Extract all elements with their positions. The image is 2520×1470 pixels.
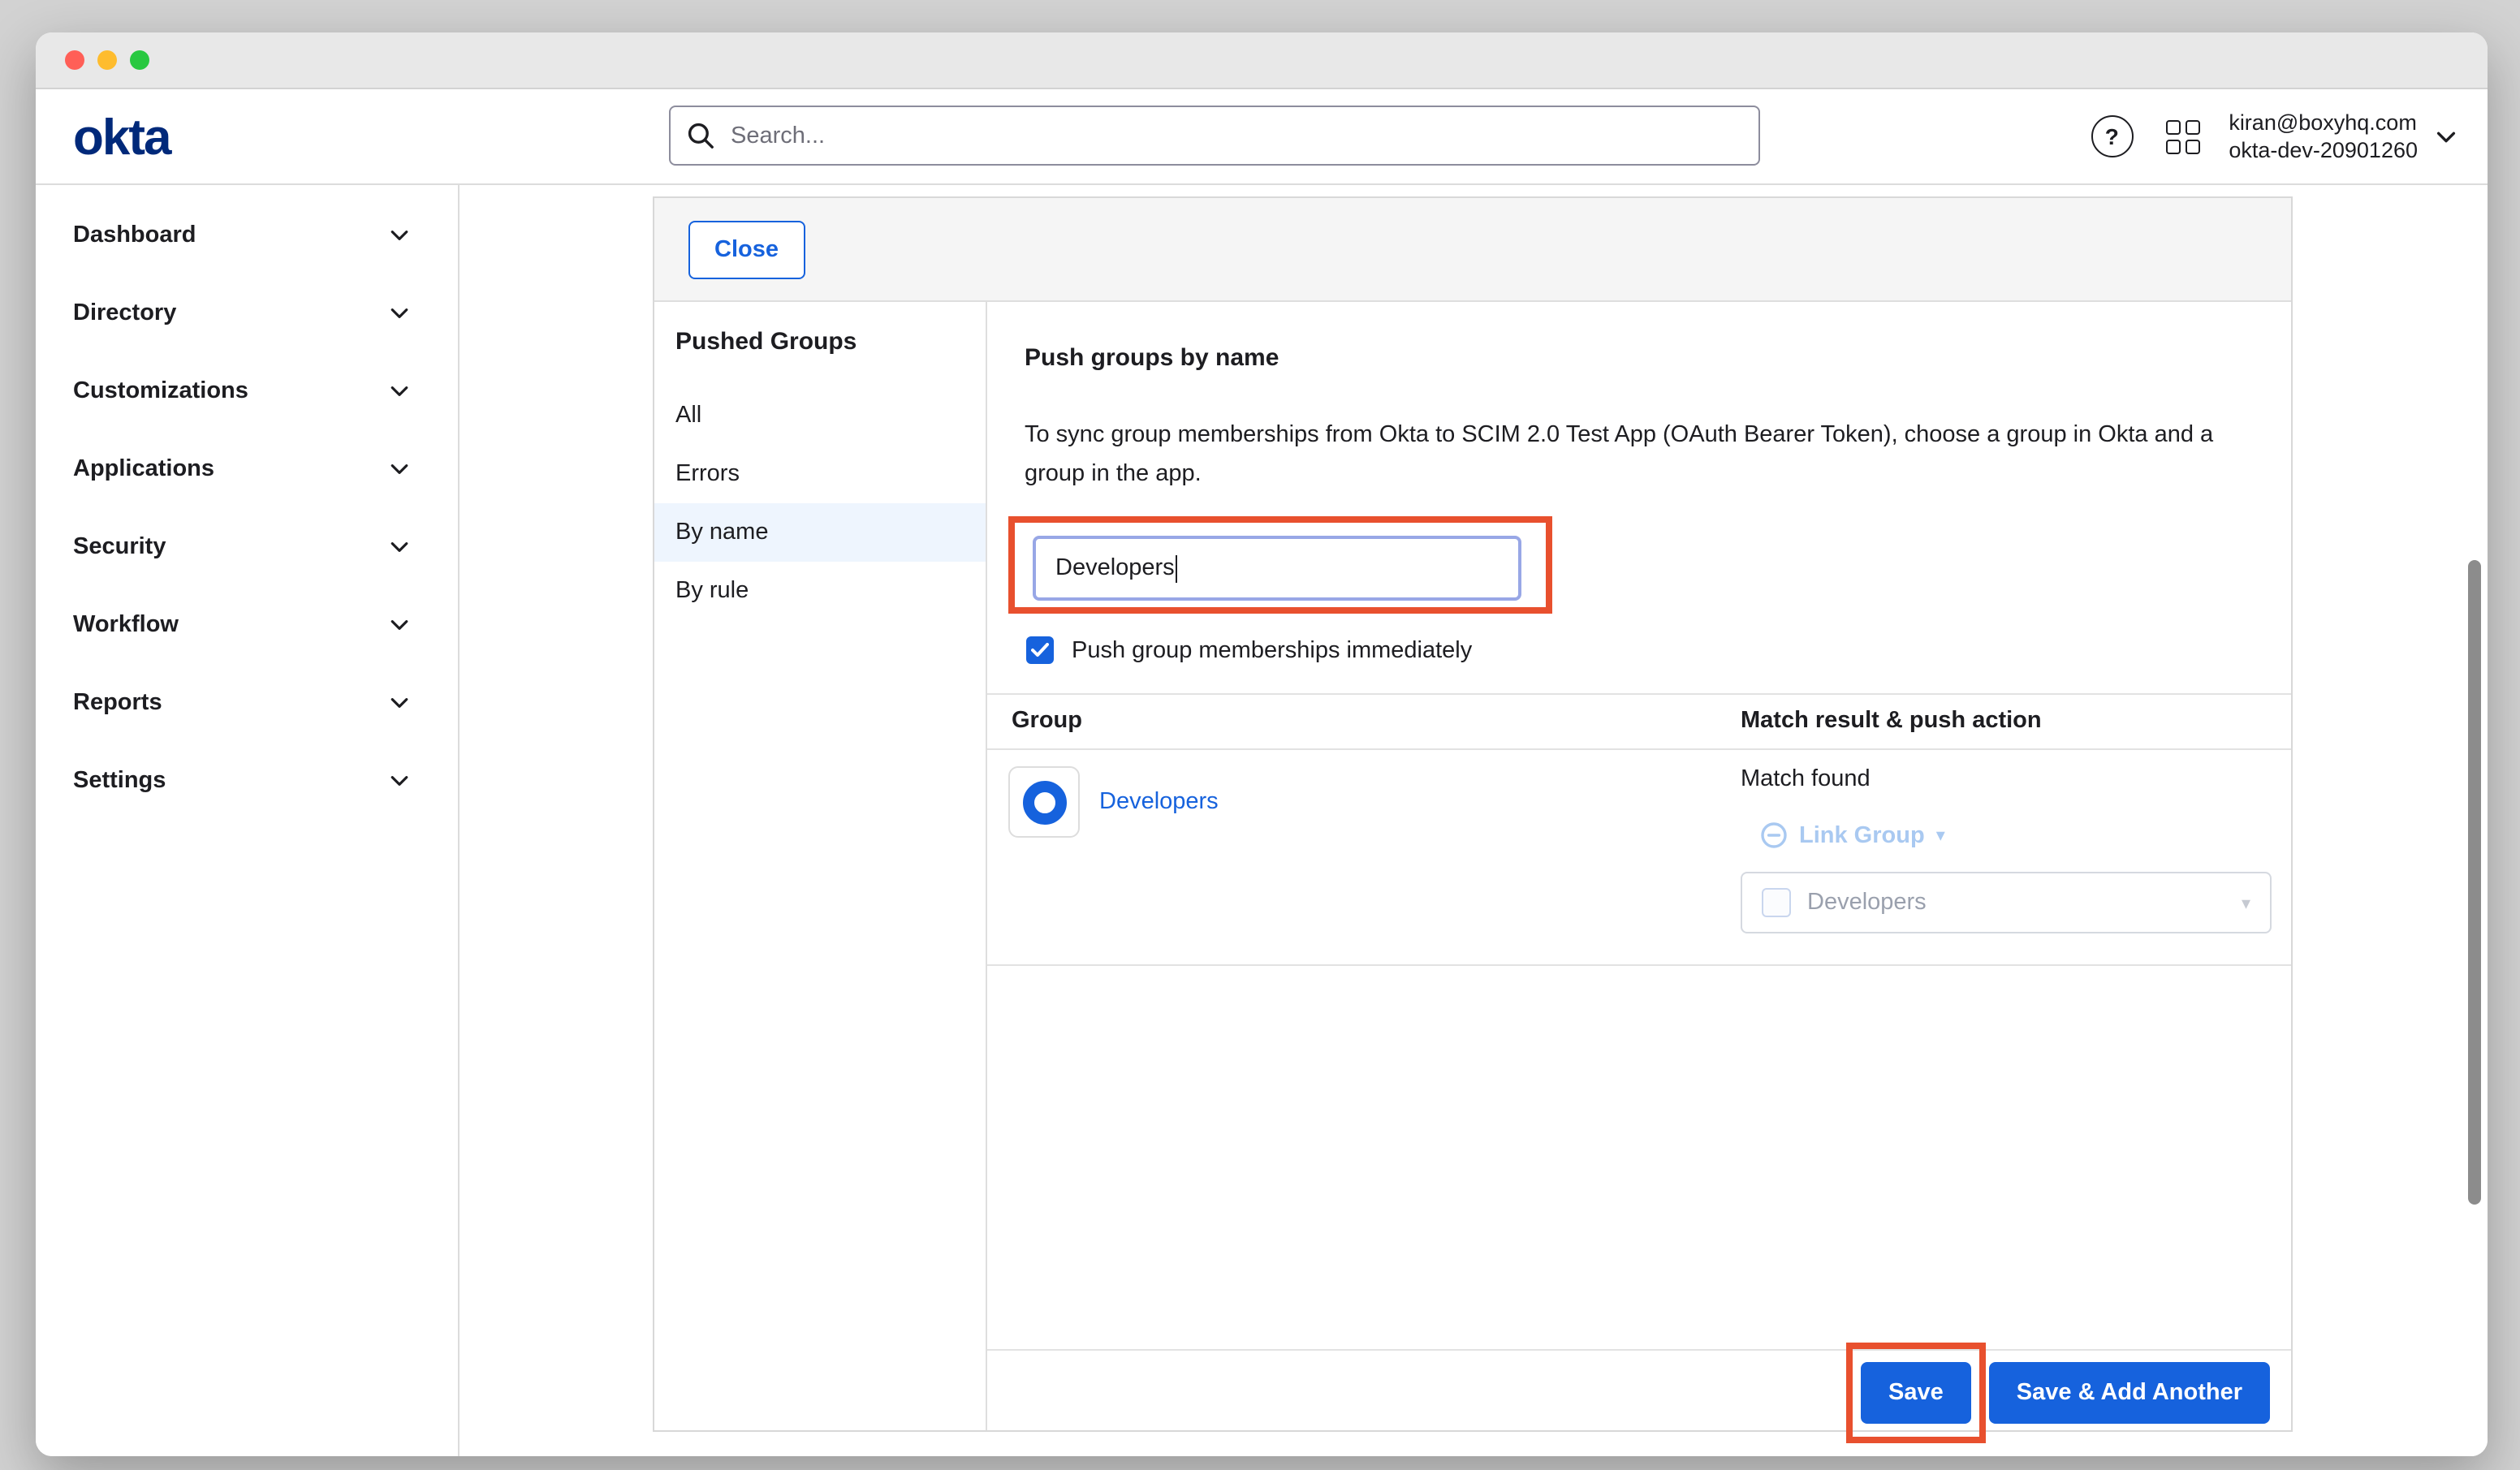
close-button[interactable]: Close [688,220,805,278]
group-avatar-icon [1022,780,1066,824]
select-checkbox[interactable] [1762,888,1791,917]
sidebar-item-security[interactable]: Security [36,508,458,586]
apps-grid-icon[interactable] [2165,119,2199,153]
titlebar [36,32,2488,89]
org-name: okta-dev-20901260 [2229,136,2418,164]
sidebar: Dashboard Directory Customizations Appli… [36,185,460,1456]
pushed-groups-item-by-name[interactable]: By name [654,503,986,562]
text-caret [1176,554,1178,582]
table-header: Group Match result & push action [987,693,2291,750]
chevron-down-icon [388,380,411,403]
sidebar-item-settings[interactable]: Settings [36,742,458,820]
pushed-groups-title: Pushed Groups [675,328,857,356]
help-icon[interactable]: ? [2091,115,2133,157]
sidebar-item-reports[interactable]: Reports [36,664,458,742]
pushed-groups-item-errors[interactable]: Errors [654,445,986,503]
sidebar-item-workflow[interactable]: Workflow [36,586,458,664]
app-header: okta ? kiran@boxyhq.com okta-dev-2090126… [36,89,2488,185]
chevron-down-icon [388,458,411,481]
push-immediately-label: Push group memberships immediately [1072,637,1472,663]
link-icon [1760,821,1788,849]
group-avatar [1008,766,1080,838]
link-group-label: Link Group [1799,822,1925,848]
search-input[interactable] [727,121,1742,150]
dialog-toolbar: Close [654,198,2291,302]
dialog-footer: Save Save & Add Another [1861,1362,2270,1424]
main-content: Close Pushed Groups All Errors By name B… [460,185,2488,1456]
table-row: Developers Match found [987,750,2291,966]
sidebar-item-label: Workflow [73,612,179,638]
panel-description: To sync group memberships from Okta to S… [1025,416,2242,494]
chevron-down-icon [2434,124,2458,149]
screen: okta ? kiran@boxyhq.com okta-dev-2090126… [0,0,2520,1470]
annotation-box-input: Developers [1008,516,1552,614]
okta-logo: okta [73,109,170,167]
search-bar[interactable] [669,106,1760,166]
save-button[interactable]: Save [1861,1362,1971,1424]
chevron-down-icon [388,302,411,325]
push-by-name-panel: Push groups by name To sync group member… [987,302,2291,1430]
group-name-input[interactable]: Developers [1033,536,1521,601]
caret-down-icon: ▾ [2242,892,2250,913]
caret-down-icon: ▾ [1936,825,1945,846]
push-immediately-checkbox[interactable] [1026,636,1054,664]
chevron-down-icon [388,224,411,247]
group-name-input-value: Developers [1055,555,1175,581]
link-group-dropdown[interactable]: Link Group ▾ [1741,821,2272,849]
account-menu[interactable]: kiran@boxyhq.com okta-dev-20901260 [2229,109,2458,164]
panel-title: Push groups by name [1025,344,1279,372]
pushed-groups-nav: Pushed Groups All Errors By name By rule [654,302,987,1430]
chevron-down-icon [388,692,411,714]
chevron-down-icon [388,614,411,636]
check-icon [1031,643,1049,657]
group-match-select[interactable]: Developers ▾ [1741,872,2272,933]
push-immediately-row: Push group memberships immediately [1026,636,1472,664]
sidebar-item-dashboard[interactable]: Dashboard [36,196,458,274]
select-value: Developers [1807,890,1927,916]
chevron-down-icon [388,536,411,558]
sidebar-item-label: Dashboard [73,222,196,248]
footer-divider [987,1349,2291,1351]
column-match-result: Match result & push action [1741,695,2042,748]
browser-window: okta ? kiran@boxyhq.com okta-dev-2090126… [36,32,2488,1456]
save-add-another-button[interactable]: Save & Add Another [1989,1362,2270,1424]
sidebar-item-label: Reports [73,690,162,716]
sidebar-item-label: Settings [73,768,166,794]
scrollbar-thumb[interactable] [2468,560,2481,1205]
group-link[interactable]: Developers [1099,789,1219,815]
window-minimize-button[interactable] [97,50,117,70]
window-maximize-button[interactable] [130,50,149,70]
sidebar-item-label: Applications [73,456,214,482]
sidebar-item-label: Customizations [73,378,248,404]
pushed-groups-item-by-rule[interactable]: By rule [654,562,986,620]
sidebar-item-customizations[interactable]: Customizations [36,352,458,430]
user-email: kiran@boxyhq.com [2229,109,2418,136]
sidebar-item-directory[interactable]: Directory [36,274,458,352]
sidebar-item-label: Security [73,534,166,560]
sidebar-item-applications[interactable]: Applications [36,430,458,508]
push-groups-dialog: Close Pushed Groups All Errors By name B… [653,196,2293,1432]
pushed-groups-item-all[interactable]: All [654,386,986,445]
match-result-text: Match found [1741,766,2272,792]
sidebar-item-label: Directory [73,300,176,326]
column-group: Group [1012,695,1082,748]
window-close-button[interactable] [65,50,84,70]
search-icon [687,122,714,149]
chevron-down-icon [388,769,411,792]
